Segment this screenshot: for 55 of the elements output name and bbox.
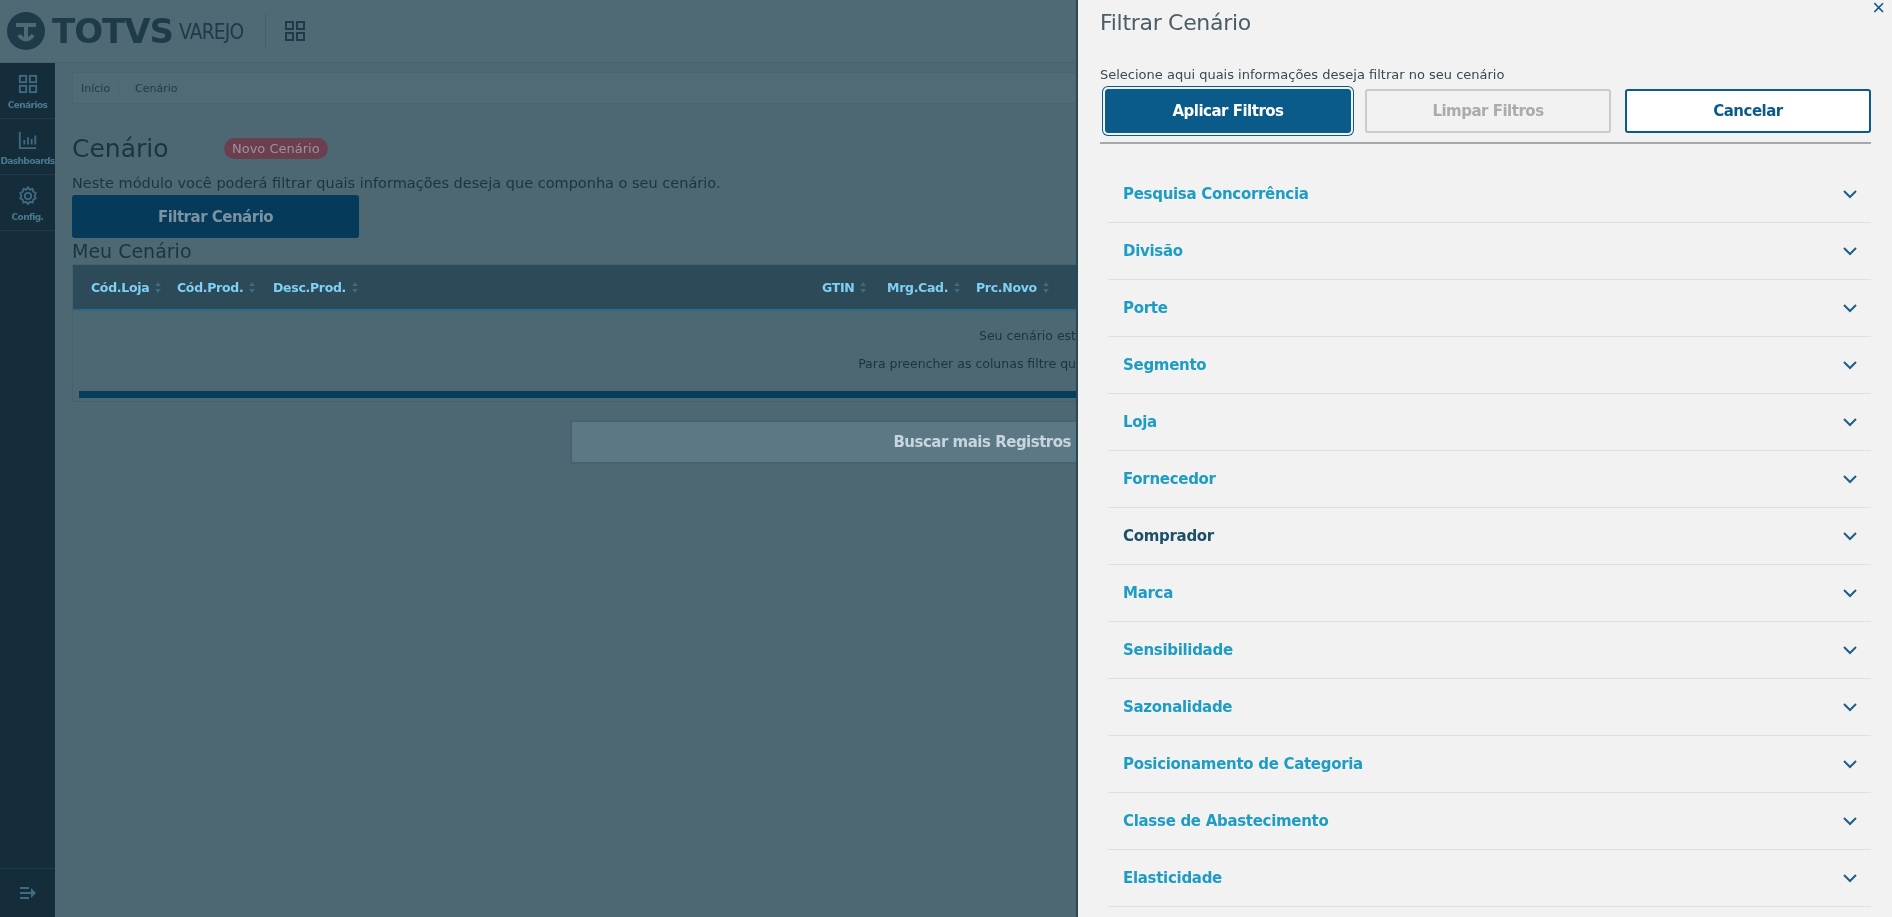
chevron-down-icon	[1843, 531, 1857, 541]
gear-icon	[17, 186, 38, 206]
bar-chart-icon	[17, 130, 38, 150]
filter-section[interactable]: Pesquisa Concorrência	[1108, 166, 1871, 223]
chevron-down-icon	[1843, 189, 1857, 199]
sort-icon	[860, 281, 867, 293]
filter-section[interactable]: Porte	[1108, 280, 1871, 337]
sort-icon	[1042, 281, 1049, 293]
panel-subtitle: Selecione aqui quais informações deseja filtrar no seu cenário	[1100, 70, 1506, 80]
filter-section[interactable]: Classe de Abastecimento	[1108, 793, 1871, 850]
filter-section[interactable]: Posicionamento de Categoria	[1108, 736, 1871, 793]
scrollbar[interactable]	[79, 391, 1076, 398]
chevron-down-icon	[1843, 759, 1857, 769]
chevron-down-icon	[1843, 873, 1857, 883]
close-button[interactable]: ×	[1872, 0, 1885, 19]
apply-filters-button[interactable]: Aplicar Filtros	[1105, 89, 1351, 133]
sort-icon	[352, 281, 359, 293]
filter-section[interactable]: Elasticidade	[1108, 850, 1871, 907]
filter-section[interactable]: Loja	[1108, 394, 1871, 451]
filter-section[interactable]: Segmento	[1108, 337, 1871, 394]
filter-scenario-button[interactable]: Filtrar Cenário	[72, 195, 359, 238]
chevron-down-icon	[1843, 588, 1857, 598]
grid-icon	[17, 74, 38, 94]
chevron-down-icon	[1843, 360, 1857, 370]
sort-icon	[249, 281, 256, 293]
column-header[interactable]: Prc.Novo	[976, 279, 1076, 295]
sidebar-item[interactable]: Dashboards	[0, 119, 55, 175]
chevron-down-icon	[1843, 702, 1857, 712]
filter-section[interactable]: Marca	[1108, 565, 1871, 622]
chevron-down-icon	[1843, 246, 1857, 256]
chevron-down-icon	[1843, 645, 1857, 655]
apps-icon	[283, 20, 306, 42]
logo-icon	[6, 11, 46, 51]
panel-title: Filtrar Cenário	[1100, 10, 1251, 35]
column-header[interactable]: Desc.Prod.	[273, 279, 822, 295]
sidebar-item[interactable]: Cenários	[0, 63, 55, 119]
column-header[interactable]: Mrg.Cad.	[887, 279, 976, 295]
collapse-menu-icon	[19, 886, 36, 900]
column-header[interactable]: GTIN	[822, 279, 887, 295]
status-badge: Novo Cenário	[224, 138, 328, 159]
chevron-down-icon	[1843, 303, 1857, 313]
column-header[interactable]: Cód.Prod.	[177, 279, 273, 295]
filter-section[interactable]: Sensibilidade	[1108, 622, 1871, 679]
sidebar-item[interactable]: Config.	[0, 175, 55, 231]
sort-icon	[155, 281, 162, 293]
sort-icon	[954, 281, 961, 293]
chevron-down-icon	[1843, 474, 1857, 484]
chevron-down-icon	[1843, 816, 1857, 826]
cancel-button[interactable]: Cancelar	[1625, 89, 1871, 133]
filter-section[interactable]: Sazonalidade	[1108, 679, 1871, 736]
filter-section[interactable]: Fornecedor	[1108, 451, 1871, 508]
filter-section[interactable]: Divisão	[1108, 223, 1871, 280]
chevron-down-icon	[1843, 417, 1857, 427]
column-header[interactable]: Cód.Loja	[91, 279, 177, 295]
filter-section[interactable]: Comprador	[1108, 508, 1871, 565]
